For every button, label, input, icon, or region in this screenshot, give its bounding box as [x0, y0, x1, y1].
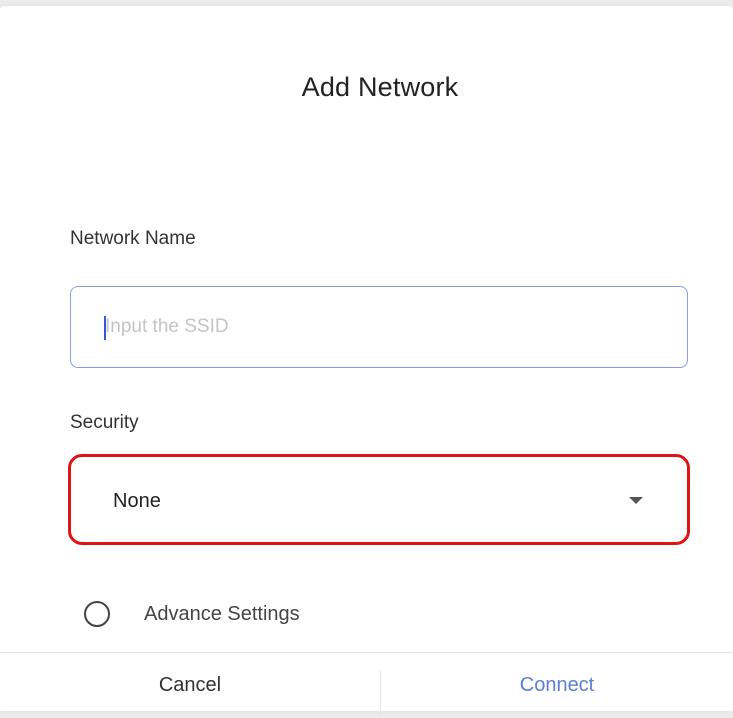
- dialog-title: Add Network: [301, 72, 459, 102]
- add-network-dialog: Add Network Network Name Security None A…: [0, 6, 733, 718]
- cancel-button[interactable]: Cancel: [0, 653, 380, 718]
- security-dropdown[interactable]: None: [68, 454, 690, 545]
- ssid-input[interactable]: [105, 287, 665, 367]
- security-label: Security: [70, 412, 139, 433]
- connect-button[interactable]: Connect: [381, 653, 733, 718]
- radio-button-icon[interactable]: [84, 601, 110, 627]
- advance-settings-label: Advance Settings: [144, 602, 300, 625]
- network-name-label: Network Name: [70, 228, 196, 249]
- advance-settings-toggle[interactable]: Advance Settings: [84, 596, 300, 632]
- security-selected-value: None: [113, 490, 161, 512]
- caret-down-icon: [629, 497, 643, 504]
- dialog-footer: Cancel Connect: [0, 652, 733, 718]
- ssid-field[interactable]: [70, 286, 688, 368]
